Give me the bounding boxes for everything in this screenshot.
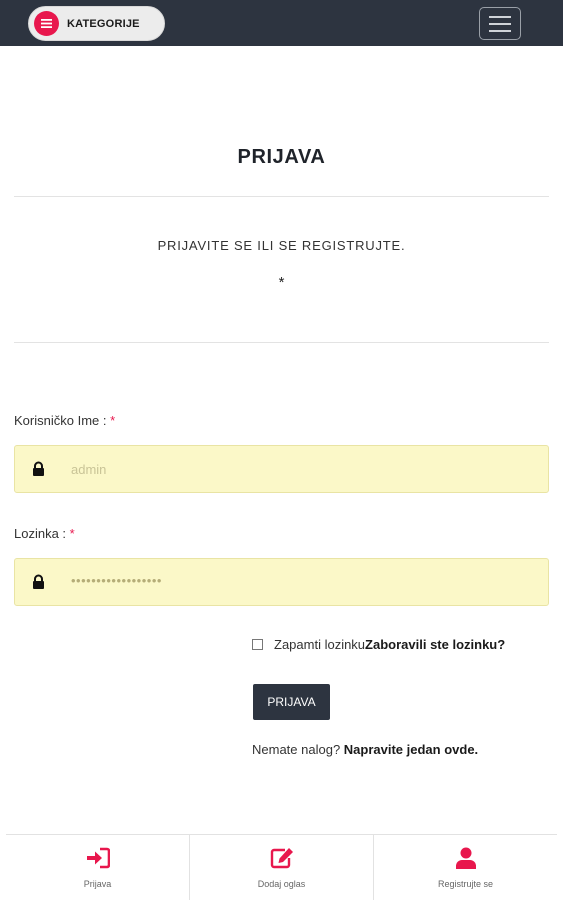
required-mark: * [69,526,75,541]
nav-item-dodaj-oglas[interactable]: Dodaj oglas [189,835,373,900]
remember-checkbox[interactable] [252,639,263,650]
username-label-text: Korisničko Ime : [14,413,111,428]
page-title: PRIJAVA [237,146,326,168]
password-field[interactable]: •••••••••••••••••• [14,558,549,606]
required-mark: * [110,413,116,428]
no-account-text: Nemate nalog? Napravite jedan ovde. [252,742,478,757]
asterisk-mark: * [278,274,285,291]
username-label: Korisničko Ime : * [14,413,115,428]
register-link[interactable]: Napravite jedan ovde. [344,742,478,757]
nav-label: Prijava [83,879,112,889]
no-account-label: Nemate nalog? [252,742,344,757]
password-label: Lozinka : * [14,526,75,541]
username-field-wrapper [14,445,549,493]
nav-item-prijava[interactable]: Prijava [6,835,189,900]
hamburger-icon[interactable] [479,7,521,40]
nav-label: Registrujte se [437,879,494,889]
divider [14,342,549,343]
page-subtitle: PRIJAVITE SE ILI SE REGISTRUJTE. [157,238,406,253]
top-navbar: KATEGORIJE [0,0,563,46]
categories-label: KATEGORIJE [67,17,140,30]
nav-label: Dodaj oglas [257,879,306,889]
password-value: •••••••••••••••••• [71,573,162,588]
user-icon [455,847,476,869]
username-input[interactable] [71,446,531,492]
password-label-text: Lozinka : [14,526,70,541]
list-icon [34,11,59,36]
divider [14,196,549,197]
nav-item-registrujte-se[interactable]: Registrujte se [373,835,557,900]
remember-row: Zapamti lozinku Zaboravili ste lozinku? [252,637,505,652]
categories-button[interactable]: KATEGORIJE [28,6,165,41]
lock-icon [33,574,44,589]
edit-icon [270,848,293,869]
bottom-nav: Prijava Dodaj oglas Registrujte se [6,834,557,900]
forgot-password-link[interactable]: Zaboravili ste lozinku? [365,637,505,652]
login-button[interactable]: PRIJAVA [253,684,330,720]
sign-in-icon [86,847,110,869]
lock-icon [33,461,44,476]
remember-label: Zapamti lozinku [274,637,366,652]
